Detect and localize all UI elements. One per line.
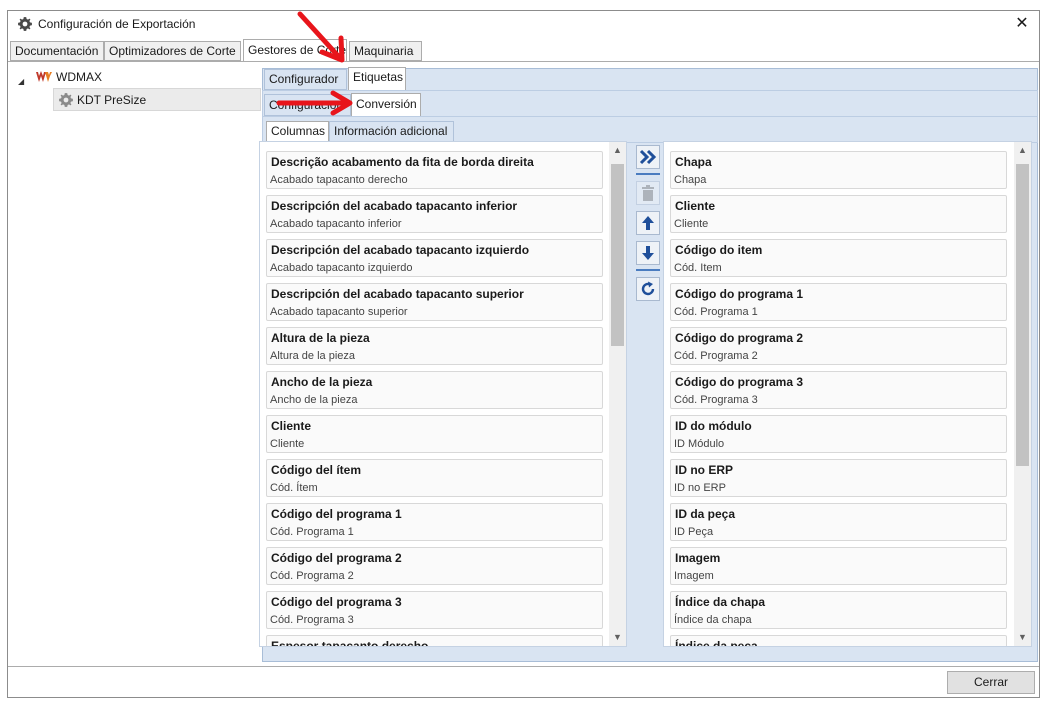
window-title: Configuración de Exportación bbox=[38, 17, 196, 31]
tab-etiquetas[interactable]: Etiquetas bbox=[348, 67, 406, 91]
tree-child-label: KDT PreSize bbox=[77, 92, 147, 107]
tab-configuracion[interactable]: Configuración bbox=[264, 94, 351, 116]
scroll-down-icon[interactable]: ▼ bbox=[609, 629, 626, 646]
list-item[interactable]: Código del programa 1 Cód. Programa 1 bbox=[266, 503, 603, 541]
arrow-up-icon bbox=[642, 216, 654, 230]
list-item[interactable]: Código del ítem Cód. Ítem bbox=[266, 459, 603, 497]
list-item[interactable]: Chapa Chapa bbox=[670, 151, 1007, 189]
list-item[interactable]: Altura de la pieza Altura de la pieza bbox=[266, 327, 603, 365]
list-item[interactable]: Índice da chapa Índice da chapa bbox=[670, 591, 1007, 629]
tree-expand-icon[interactable]: ◢ bbox=[18, 77, 28, 87]
tab-informacion-adicional[interactable]: Información adicional bbox=[329, 121, 454, 142]
list-item[interactable]: Cliente Cliente bbox=[266, 415, 603, 453]
gear-icon bbox=[59, 92, 73, 107]
list-item[interactable]: Código do item Cód. Item bbox=[670, 239, 1007, 277]
list-item[interactable]: Índice da peça bbox=[670, 635, 1007, 646]
wdmax-logo-icon bbox=[36, 71, 52, 82]
list-item[interactable]: Código do programa 3 Cód. Programa 3 bbox=[670, 371, 1007, 409]
refresh-button[interactable] bbox=[636, 277, 660, 301]
scroll-up-icon[interactable]: ▲ bbox=[1014, 142, 1031, 159]
list-item[interactable]: Código do programa 2 Cód. Programa 2 bbox=[670, 327, 1007, 365]
list-item[interactable]: Código do programa 1 Cód. Programa 1 bbox=[670, 283, 1007, 321]
tab-optimizadores[interactable]: Optimizadores de Corte bbox=[104, 41, 241, 61]
scrollbar-thumb[interactable] bbox=[1016, 164, 1029, 466]
list-item[interactable]: Descrição acabamento da fita de borda di… bbox=[266, 151, 603, 189]
move-up-button[interactable] bbox=[636, 211, 660, 235]
list-item[interactable]: Código del programa 3 Cód. Programa 3 bbox=[266, 591, 603, 629]
tab-maquinaria[interactable]: Maquinaria bbox=[349, 41, 422, 61]
toolbar-separator bbox=[636, 269, 660, 271]
list-item[interactable]: ID da peça ID Peça bbox=[670, 503, 1007, 541]
list-item[interactable]: ID no ERP ID no ERP bbox=[670, 459, 1007, 497]
list-item[interactable]: Ancho de la pieza Ancho de la pieza bbox=[266, 371, 603, 409]
title-bar: Configuración de Exportación ✕ bbox=[8, 11, 1039, 39]
scrollbar-thumb[interactable] bbox=[611, 164, 624, 346]
list-item[interactable]: Descripción del acabado tapacanto inferi… bbox=[266, 195, 603, 233]
list-item[interactable]: Espesor tapacanto derecho bbox=[266, 635, 603, 646]
tab-documentacion[interactable]: Documentación bbox=[10, 41, 104, 61]
tree-item-kdt-presize[interactable]: KDT PreSize bbox=[53, 88, 261, 111]
tree-item-wdmax[interactable]: WDMAX bbox=[36, 68, 102, 86]
move-down-button[interactable] bbox=[636, 241, 660, 265]
tab-conversion[interactable]: Conversión bbox=[351, 93, 421, 117]
selected-columns-list[interactable]: Chapa Chapa Cliente Cliente Código do item… bbox=[663, 141, 1032, 647]
list-item[interactable]: Descripción del acabado tapacanto superi… bbox=[266, 283, 603, 321]
scroll-up-icon[interactable]: ▲ bbox=[609, 142, 626, 159]
available-columns-list[interactable]: Descrição acabamento da fita de borda di… bbox=[259, 141, 627, 647]
list-item[interactable]: Descripción del acabado tapacanto izquie… bbox=[266, 239, 603, 277]
scrollbar[interactable]: ▲ ▼ bbox=[609, 142, 626, 646]
list-item[interactable]: Cliente Cliente bbox=[670, 195, 1007, 233]
close-button[interactable]: Cerrar bbox=[947, 671, 1035, 694]
delete-button[interactable] bbox=[636, 181, 660, 205]
gear-icon bbox=[18, 17, 32, 31]
scrollbar[interactable]: ▲ ▼ bbox=[1014, 142, 1031, 646]
close-icon[interactable]: ✕ bbox=[1011, 13, 1033, 35]
scroll-down-icon[interactable]: ▼ bbox=[1014, 629, 1031, 646]
toolbar-separator bbox=[636, 173, 660, 175]
tab-configurador[interactable]: Configurador bbox=[264, 69, 347, 90]
arrow-down-icon bbox=[642, 246, 654, 260]
tree-root-label: WDMAX bbox=[56, 70, 102, 84]
refresh-icon bbox=[641, 281, 655, 296]
list-item[interactable]: ID do módulo ID Módulo bbox=[670, 415, 1007, 453]
list-item[interactable]: Imagem Imagem bbox=[670, 547, 1007, 585]
trash-icon bbox=[642, 185, 654, 201]
list-item[interactable]: Código del programa 2 Cód. Programa 2 bbox=[266, 547, 603, 585]
double-chevron-right-icon bbox=[639, 149, 657, 165]
add-all-button[interactable] bbox=[636, 145, 660, 169]
tab-gestores-de-corte[interactable]: Gestores de Corte bbox=[243, 39, 347, 62]
